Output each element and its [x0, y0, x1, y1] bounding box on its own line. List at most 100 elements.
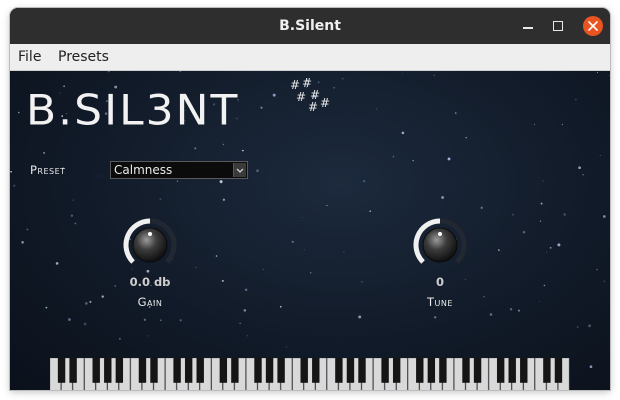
gain-knob-indicator [148, 232, 152, 236]
black-key[interactable] [496, 358, 505, 383]
chevron-down-icon [233, 163, 246, 177]
black-key[interactable] [173, 358, 181, 383]
star-dot [160, 319, 162, 321]
tune-value: 0 [435, 275, 444, 289]
star-dot [291, 240, 294, 244]
black-key[interactable] [92, 358, 100, 383]
star-dot [589, 365, 593, 369]
maximize-icon[interactable] [548, 16, 568, 36]
star-dot [18, 111, 20, 114]
star-dot [576, 326, 579, 328]
star-dot [84, 302, 88, 305]
star-dot [402, 73, 404, 74]
star-dot [534, 123, 535, 125]
black-key[interactable] [104, 358, 112, 383]
preset-dropdown[interactable]: Calmness [110, 161, 248, 179]
gain-label: Gain [110, 295, 190, 309]
star-dot [465, 136, 467, 139]
star-dot [542, 180, 544, 182]
plugin-window: B.Silent File Presets B.SIL3NT # # # # #… [10, 8, 610, 390]
svg-text:#: # [296, 90, 306, 104]
star-dot [246, 335, 248, 337]
star-dot [599, 154, 601, 156]
minimize-icon[interactable] [518, 16, 538, 36]
black-key[interactable] [69, 358, 77, 383]
black-key[interactable] [184, 358, 193, 383]
black-key[interactable] [300, 358, 308, 383]
black-key[interactable] [219, 358, 228, 383]
star-dot [74, 222, 77, 225]
star-dot [343, 251, 345, 253]
star-dot [97, 175, 99, 177]
black-key[interactable] [554, 358, 563, 383]
star-dot [179, 319, 182, 322]
menu-file[interactable]: File [18, 44, 41, 70]
black-key[interactable] [138, 358, 147, 383]
black-key[interactable] [57, 358, 66, 383]
star-dot [221, 279, 224, 282]
close-icon[interactable] [583, 16, 603, 36]
black-key[interactable] [439, 358, 447, 383]
black-key[interactable] [473, 358, 482, 383]
star-dot [280, 305, 282, 308]
star-dot [522, 230, 526, 234]
star-dot [244, 288, 248, 292]
star-dot [483, 296, 485, 298]
title-bar[interactable]: B.Silent [10, 8, 610, 44]
black-key[interactable] [150, 358, 158, 383]
star-dot [539, 300, 540, 302]
star-dot [363, 180, 366, 183]
star-dot [433, 316, 437, 319]
star-dot [260, 106, 263, 109]
black-key[interactable] [462, 358, 470, 383]
star-dot [262, 268, 264, 271]
star-dot [517, 309, 521, 312]
star-dot [358, 315, 362, 319]
star-dot [194, 147, 197, 150]
star-dot [159, 198, 162, 201]
star-dot [242, 149, 244, 152]
star-dot [43, 151, 46, 154]
black-key[interactable] [416, 358, 424, 383]
black-key[interactable] [115, 358, 124, 383]
black-key[interactable] [381, 358, 389, 383]
black-key[interactable] [254, 358, 262, 383]
star-dot [21, 240, 24, 244]
tune-knob[interactable] [412, 217, 468, 273]
star-dot [375, 108, 378, 110]
black-key[interactable] [358, 358, 366, 383]
black-key[interactable] [196, 358, 204, 383]
black-key[interactable] [508, 358, 516, 383]
black-key[interactable] [392, 358, 401, 383]
star-dot [70, 214, 74, 217]
star-dot [67, 318, 71, 321]
menu-presets[interactable]: Presets [58, 44, 109, 70]
star-dot [101, 295, 104, 298]
star-dot [575, 98, 577, 101]
star-dot [543, 284, 546, 287]
star-dot [512, 213, 514, 216]
plugin-panel: B.SIL3NT # # # # # # Preset Calmness 0.0… [10, 71, 610, 390]
black-key[interactable] [543, 358, 551, 383]
star-dot [433, 74, 435, 76]
star-dot [602, 215, 606, 218]
star-dot [596, 72, 598, 74]
star-dot [360, 280, 363, 283]
black-key[interactable] [231, 358, 239, 383]
star-dot [588, 324, 592, 328]
black-key[interactable] [265, 358, 274, 383]
star-dot [596, 268, 598, 271]
gain-knob[interactable] [122, 217, 178, 273]
star-dot [539, 220, 542, 222]
black-key[interactable] [346, 358, 355, 383]
star-dot [72, 199, 74, 201]
star-dot [326, 204, 328, 207]
star-dot [563, 213, 567, 216]
black-key[interactable] [312, 358, 320, 383]
piano-keyboard[interactable] [50, 358, 570, 390]
black-key[interactable] [520, 358, 528, 383]
black-key[interactable] [277, 358, 285, 383]
black-key[interactable] [427, 358, 436, 383]
black-key[interactable] [335, 358, 343, 383]
star-dot [369, 210, 372, 213]
